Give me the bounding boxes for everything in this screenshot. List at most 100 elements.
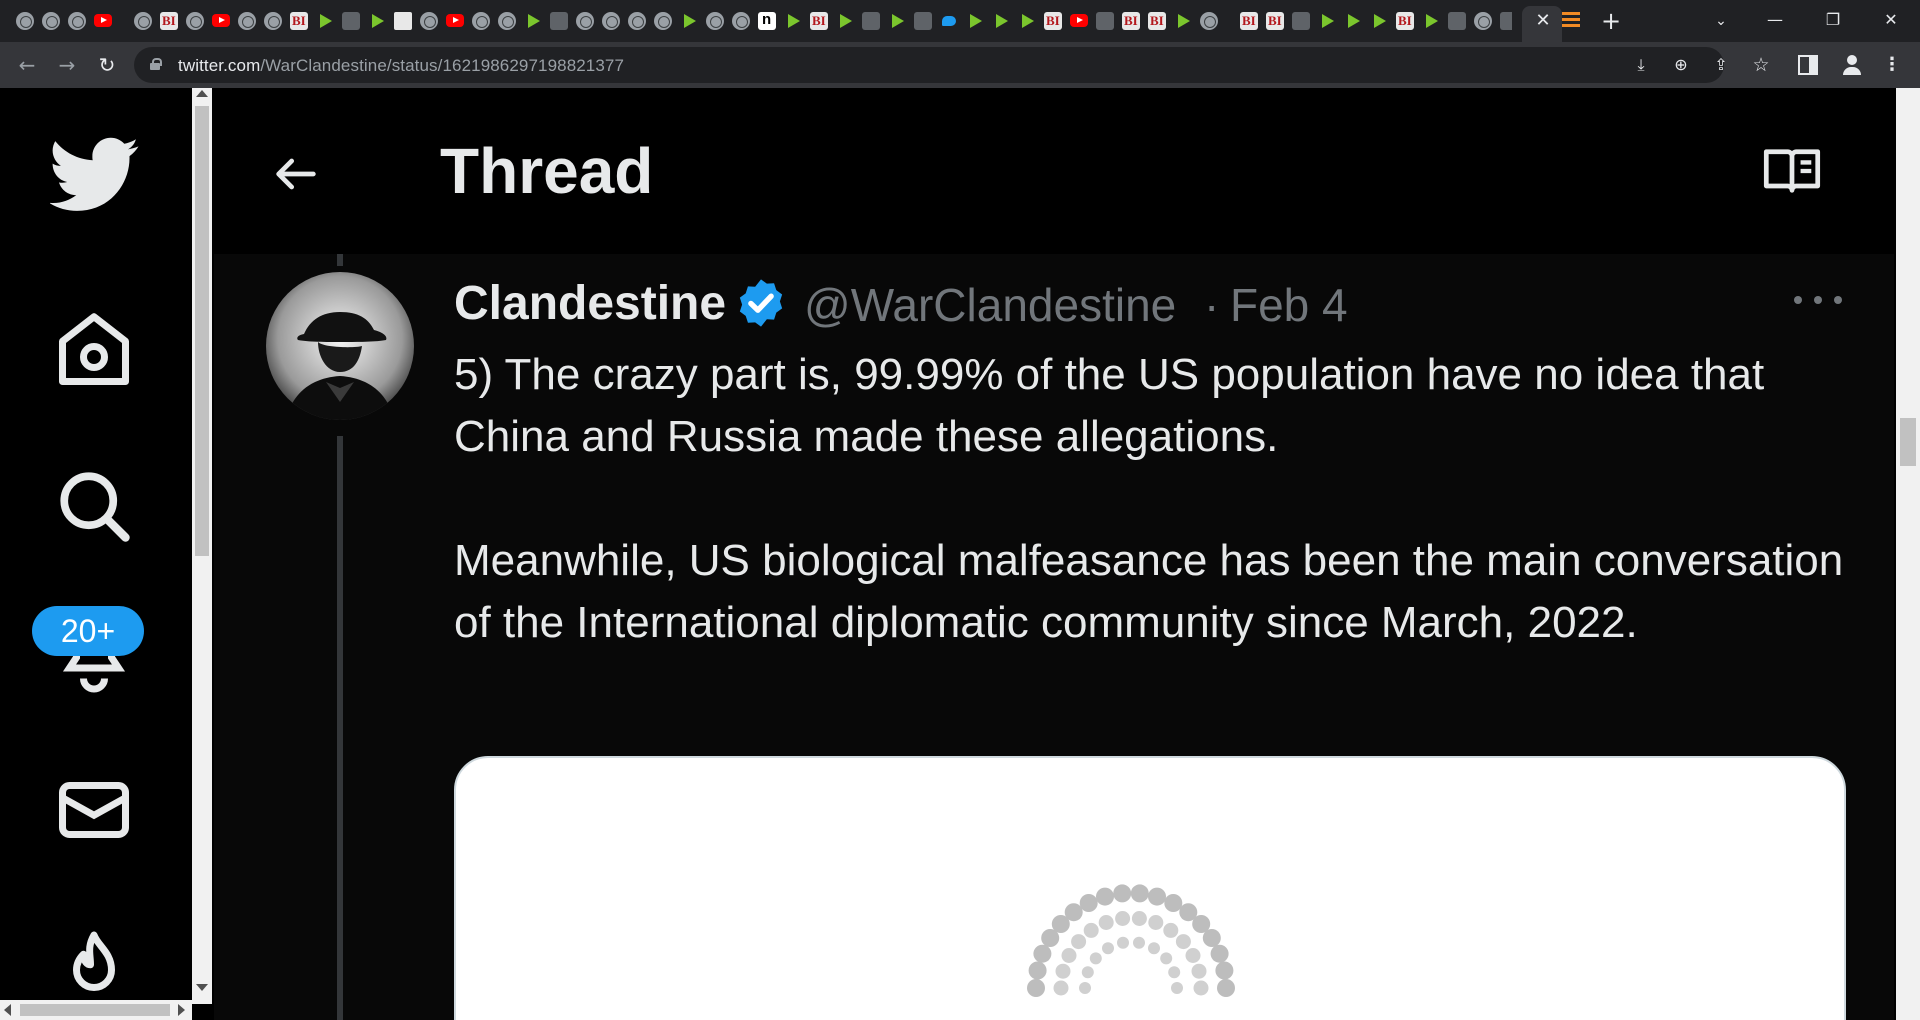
tab-favicon-globe-icon[interactable] <box>16 12 34 30</box>
back-arrow-icon[interactable] <box>270 148 322 200</box>
tab-favicon-play-icon[interactable] <box>1174 12 1192 30</box>
reader-mode-icon[interactable] <box>1762 144 1822 198</box>
tab-favicon-youtube-icon[interactable] <box>94 14 112 27</box>
tab-favicon-globe-icon[interactable] <box>732 12 750 30</box>
home-icon[interactable] <box>52 308 136 392</box>
close-window-button[interactable]: ✕ <box>1868 4 1914 36</box>
tab-favicon-bi-icon[interactable] <box>160 12 178 30</box>
tab-favicon-pinwheel-icon[interactable] <box>42 12 60 30</box>
tab-favicon-play-icon[interactable] <box>784 12 802 30</box>
tab-search-button[interactable]: ⌄ <box>1710 10 1732 32</box>
restore-button[interactable]: ❐ <box>1810 4 1856 36</box>
tab-favicon-youtube-icon[interactable] <box>446 14 464 27</box>
tab-favicon-bi-icon[interactable] <box>1240 12 1258 30</box>
url-text[interactable]: twitter.com/WarClandestine/status/162198… <box>178 56 624 76</box>
tab-favicon-play-icon[interactable] <box>1370 12 1388 30</box>
tab-favicon-globe-icon[interactable] <box>420 12 438 30</box>
tab-favicon-globe-icon[interactable] <box>706 12 724 30</box>
tab-favicon-globe-icon[interactable] <box>654 12 672 30</box>
tab-favicon-bi-icon[interactable] <box>1122 12 1140 30</box>
tab-favicon-play-icon[interactable] <box>524 12 542 30</box>
tab-favicon-globe-icon[interactable] <box>1474 12 1492 30</box>
scroll-down-arrow-icon[interactable] <box>196 984 208 991</box>
active-tab[interactable]: ✕ <box>1522 6 1562 42</box>
tab-favicon-globe-icon[interactable] <box>472 12 490 30</box>
forward-button[interactable]: → <box>52 50 82 80</box>
horizontal-scrollbar-thumb[interactable] <box>20 1004 170 1016</box>
browser-menu-button[interactable]: ⋮ <box>1880 53 1904 77</box>
tab-favicon-moon-icon[interactable] <box>1448 12 1466 30</box>
author-handle[interactable]: @WarClandestine <box>804 278 1176 332</box>
share-icon[interactable]: ⇪ <box>1710 54 1732 76</box>
bookmark-star-icon[interactable]: ☆ <box>1750 54 1772 76</box>
lock-icon[interactable] <box>150 58 162 70</box>
search-icon[interactable] <box>52 464 136 548</box>
tab-favicon-globe-icon[interactable] <box>264 12 282 30</box>
tab-favicon-globe-icon[interactable] <box>238 12 256 30</box>
more-options-icon[interactable] <box>1792 284 1844 314</box>
tweet-media-card[interactable] <box>454 756 1846 1020</box>
tab-favicon-sq-icon[interactable] <box>394 12 412 30</box>
tab-favicon-play-icon[interactable] <box>966 12 984 30</box>
profile-icon[interactable] <box>1840 53 1864 77</box>
tab-favicon-bi-icon[interactable] <box>1148 12 1166 30</box>
scroll-right-arrow-icon[interactable] <box>178 1004 185 1016</box>
twitter-logo-icon[interactable] <box>50 128 140 218</box>
reload-button[interactable]: ↻ <box>92 50 122 80</box>
verified-badge-icon[interactable] <box>734 276 788 330</box>
author-display-name[interactable]: Clandestine <box>454 276 726 331</box>
tab-favicon-moon-icon[interactable] <box>862 12 880 30</box>
install-app-icon[interactable]: ⤓ <box>1630 54 1652 76</box>
tab-favicon-play-icon[interactable] <box>1318 12 1336 30</box>
zoom-icon[interactable]: ⊕ <box>1670 54 1692 76</box>
minimize-button[interactable]: — <box>1752 4 1798 36</box>
tab-favicon-play-icon[interactable] <box>1422 12 1440 30</box>
tab-favicon-play-icon[interactable] <box>1344 12 1362 30</box>
sidebar-scrollbar[interactable] <box>192 88 212 1004</box>
side-panel-icon[interactable] <box>1798 55 1818 75</box>
tab-favicon-search-icon[interactable] <box>914 12 932 30</box>
tab-favicon-play-icon[interactable] <box>888 12 906 30</box>
avatar[interactable] <box>266 272 414 420</box>
notification-count-badge[interactable]: 20+ <box>32 606 144 656</box>
tab-favicon-bi-icon[interactable] <box>1396 12 1414 30</box>
mail-icon[interactable] <box>52 768 136 852</box>
tab-favicon-bi-icon[interactable] <box>290 12 308 30</box>
tab-favicon-globe-icon[interactable] <box>602 12 620 30</box>
tab-favicon-dark-icon[interactable] <box>1292 12 1310 30</box>
tab-favicon-search-icon[interactable] <box>1500 12 1512 30</box>
tab-favicon-globe-icon[interactable] <box>186 12 204 30</box>
scroll-up-arrow-icon[interactable] <box>196 90 208 97</box>
tab-favicon-play-icon[interactable] <box>680 12 698 30</box>
tab-favicon-play-icon[interactable] <box>992 12 1010 30</box>
tab-favicon-bi-icon[interactable] <box>1266 12 1284 30</box>
back-button[interactable]: ← <box>12 50 42 80</box>
tab-favicon-moon-icon[interactable] <box>342 12 360 30</box>
tab-favicon-globe-icon[interactable] <box>68 12 86 30</box>
tab-favicon-globe-icon[interactable] <box>134 12 152 30</box>
page-scrollbar[interactable] <box>1896 88 1920 1020</box>
tab-favicon-dark-icon[interactable] <box>1096 12 1114 30</box>
tab-favicon-search-icon[interactable] <box>550 12 568 30</box>
address-bar[interactable]: twitter.com/WarClandestine/status/162198… <box>134 47 1770 83</box>
tab-favicon-twitter-icon[interactable] <box>940 12 958 30</box>
tab-favicon-youtube-icon[interactable] <box>1070 14 1088 27</box>
tab-favicon-globe-icon[interactable] <box>1200 12 1218 30</box>
tab-favicon-play-icon[interactable] <box>1018 12 1036 30</box>
tab-favicon-bi-icon[interactable] <box>810 12 828 30</box>
tweet-date[interactable]: Feb 4 <box>1230 278 1348 332</box>
horizontal-scrollbar[interactable] <box>0 1000 192 1020</box>
feed-reader-icon[interactable] <box>1562 12 1580 30</box>
close-tab-icon[interactable]: ✕ <box>1533 11 1553 31</box>
new-tab-button[interactable]: + <box>1598 8 1624 34</box>
tab-favicon-youtube-icon[interactable] <box>212 14 230 27</box>
tab-favicon-play-icon[interactable] <box>836 12 854 30</box>
tab-favicon-play-icon[interactable] <box>316 12 334 30</box>
tab-favicon-bi-icon[interactable] <box>1044 12 1062 30</box>
page-scrollbar-thumb[interactable] <box>1900 418 1916 466</box>
tab-favicon-n-icon[interactable] <box>758 11 776 30</box>
scroll-left-arrow-icon[interactable] <box>4 1004 11 1016</box>
tab-favicon-globe-icon[interactable] <box>576 12 594 30</box>
scrollbar-thumb[interactable] <box>195 106 209 556</box>
tab-favicon-globe-icon[interactable] <box>498 12 516 30</box>
